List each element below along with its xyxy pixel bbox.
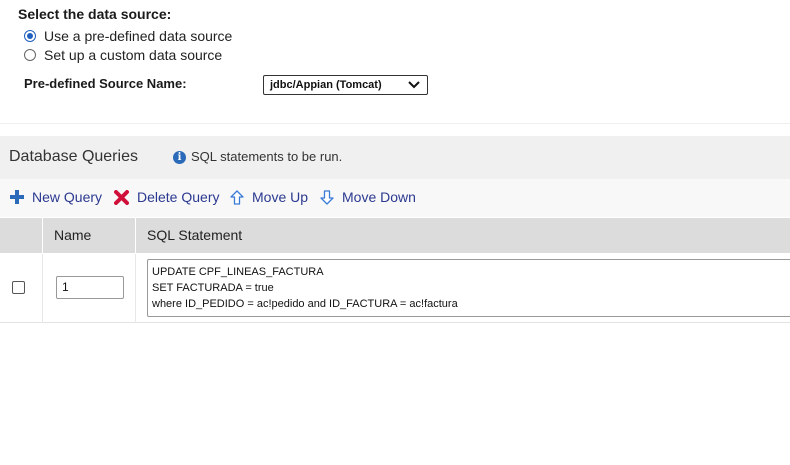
radio-option-predefined[interactable]: Use a pre-defined data source	[24, 28, 232, 44]
delete-query-label: Delete Query	[137, 189, 220, 205]
data-source-heading: Select the data source:	[18, 6, 172, 22]
table-header-row	[0, 218, 790, 253]
radio-button-predefined[interactable]	[24, 30, 36, 42]
chevron-down-icon	[408, 81, 420, 89]
radio-button-custom[interactable]	[24, 49, 36, 61]
section-divider	[0, 123, 790, 124]
sql-line: UPDATE CPF_LINEAS_FACTURA	[152, 266, 324, 278]
move-down-button[interactable]: Move Down	[320, 189, 416, 205]
arrow-up-icon	[230, 189, 244, 205]
radio-label-predefined: Use a pre-defined data source	[44, 28, 233, 44]
predefined-source-value: jdbc/Appian (Tomcat)	[270, 79, 382, 91]
query-name-input[interactable]: 1	[56, 276, 124, 299]
column-divider	[42, 218, 43, 253]
sql-line: where ID_PEDIDO = ac!pedido and ID_FACTU…	[152, 298, 458, 310]
row-select-checkbox[interactable]	[12, 281, 25, 294]
info-icon: i	[173, 151, 186, 164]
radio-option-custom[interactable]: Set up a custom data source	[24, 47, 222, 63]
column-header-sql: SQL Statement	[147, 227, 243, 243]
column-divider	[135, 218, 136, 253]
move-up-label: Move Up	[252, 189, 309, 205]
move-down-label: Move Down	[342, 189, 416, 205]
queries-info-text: SQL statements to be run.	[191, 149, 343, 164]
delete-query-button[interactable]: Delete Query	[114, 189, 219, 205]
arrow-down-icon	[320, 189, 334, 205]
sql-statement-textarea[interactable]: UPDATE CPF_LINEAS_FACTURA SET FACTURADA …	[147, 259, 790, 317]
radio-label-custom: Set up a custom data source	[44, 47, 223, 63]
sql-line: SET FACTURADA = true	[152, 282, 274, 294]
predefined-source-select[interactable]: jdbc/Appian (Tomcat)	[263, 75, 428, 95]
new-query-label: New Query	[32, 189, 103, 205]
column-header-name: Name	[54, 227, 92, 243]
new-query-button[interactable]: New Query	[10, 189, 102, 205]
predefined-source-label: Pre-defined Source Name:	[24, 76, 187, 91]
move-up-button[interactable]: Move Up	[230, 189, 308, 205]
column-divider	[42, 254, 43, 323]
delete-x-icon	[114, 189, 129, 205]
plus-icon	[10, 190, 24, 204]
queries-title: Database Queries	[9, 148, 138, 165]
column-divider	[135, 254, 136, 323]
